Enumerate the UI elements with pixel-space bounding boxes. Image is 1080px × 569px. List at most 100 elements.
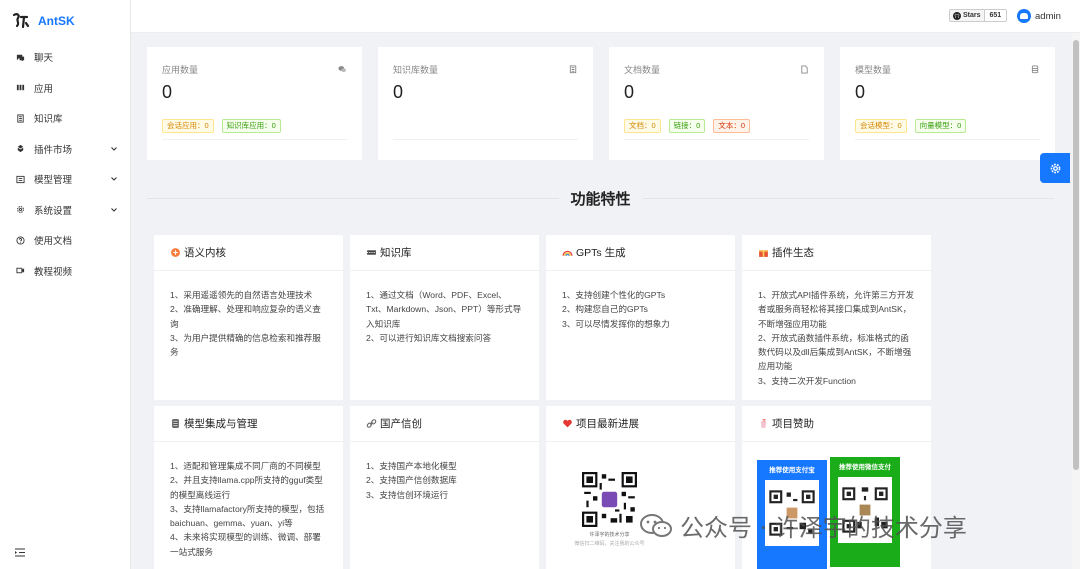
- feature-line: 3、支持llamafactory所支持的模型，包括baichuan、gemma、…: [170, 503, 325, 529]
- feature-body: 1、支持创建个性化的GPTs 2、构建您自己的GPTs 3、可以尽情发挥你的想象力: [546, 271, 735, 331]
- feature-title: 知识库: [380, 247, 412, 259]
- feature-title: 插件生态: [772, 247, 814, 259]
- sidebar-item-4[interactable]: 模型管理: [0, 164, 130, 195]
- feature-card-header: 语义内核: [154, 235, 343, 271]
- feature-card-header: 模型集成与管理: [154, 406, 343, 442]
- feature-line: 1、支持国产本地化模型: [366, 461, 457, 471]
- feature-line: 3、支持信创环境运行: [366, 489, 449, 500]
- feature-body: [546, 442, 735, 459]
- sidebar-item-0[interactable]: 聊天: [0, 42, 130, 73]
- antsk-logo-icon: [12, 13, 30, 29]
- stat-value: 0: [624, 82, 635, 102]
- feature-card-header: 知识库: [350, 235, 539, 271]
- stat-card: 文档数量 0 文档：0 链接：0 文本：0: [609, 47, 824, 160]
- github-icon: [953, 11, 961, 20]
- feature-card-header: 项目最新进展: [546, 406, 735, 442]
- sidebar: AntSK 聊天应用知识库插件市场模型管理 系统设置使用文档教程视频: [0, 0, 131, 569]
- github-count: 651: [984, 10, 1007, 21]
- user-menu[interactable]: admin: [1017, 9, 1061, 23]
- feature-card: 国产信创 1、支持国产本地化模型 2、支持国产信创数据库 3、支持信创环境运行: [350, 406, 539, 569]
- app-icon: [16, 85, 24, 91]
- sidebar-item-5[interactable]: 系统设置: [0, 195, 130, 226]
- menu-fold-icon: [15, 548, 25, 557]
- database-icon: [1031, 65, 1039, 74]
- sidebar-item-label: 知识库: [34, 114, 63, 126]
- plugin-icon: [15, 144, 25, 154]
- video-icon: [15, 266, 25, 276]
- feature-card-header: 国产信创: [350, 406, 539, 442]
- feature-line: 1、采用遥遥领先的自然语言处理技术: [170, 290, 313, 300]
- gift-icon: [759, 250, 768, 257]
- model-icon: [15, 174, 25, 184]
- sidebar-item-label: 插件市场: [34, 144, 73, 156]
- stat-value: 0: [393, 82, 404, 102]
- knowledge-icon: [367, 250, 376, 255]
- feature-line: 1、支持创建个性化的GPTs: [562, 290, 666, 300]
- file-icon: [801, 65, 808, 74]
- sidebar-item-label: 应用: [34, 83, 54, 95]
- stat-tag: 向量模型：0: [914, 119, 967, 133]
- sidebar-item-6[interactable]: 使用文档: [0, 225, 130, 256]
- feature-card-header: 插件生态: [742, 235, 931, 271]
- stat-title: 知识库数量: [393, 65, 439, 75]
- feature-card: 模型集成与管理 1、适配和管理集成不同厂商的不同模型 2、并且支持llama.cpp…: [154, 406, 343, 569]
- github-stars-badge[interactable]: Stars 651: [949, 9, 1008, 22]
- stat-tags: 文档：0 链接：0 文本：0: [624, 119, 751, 133]
- feature-line: 1、通过文档（Word、PDF、Excel、Txt、Markdown、Json、…: [366, 290, 522, 329]
- app-icon: [15, 83, 25, 93]
- qr-caption: 许泽宇的技术分享: [589, 532, 630, 538]
- features-section-title: 功能特性: [147, 187, 1055, 209]
- stat-title: 应用数量: [162, 65, 199, 75]
- feature-line: 3、支持二次开发Function: [758, 375, 856, 386]
- stat-card: 应用数量 0 会话应用：0 知识库应用：0: [147, 47, 362, 160]
- stat-title: 文档数量: [624, 65, 661, 75]
- feature-title: 模型集成与管理: [184, 418, 258, 430]
- qr-subcaption: 微信扫二维码，关注我的公众号: [574, 541, 645, 547]
- scrollbar-thumb[interactable]: [1073, 40, 1079, 470]
- watermark: 公众号 · 许泽宇的技术分享: [640, 508, 967, 543]
- question-icon: [15, 236, 25, 245]
- feature-card-header: 项目赞助: [742, 406, 931, 442]
- watermark-text: 公众号 · 许泽宇的技术分享: [680, 514, 967, 542]
- wechat-pay-label: 推荐使用微信支付: [839, 464, 891, 471]
- logo[interactable]: AntSK: [0, 0, 130, 42]
- alipay-label: 推荐使用支付宝: [769, 467, 815, 474]
- feature-body: 1、支持国产本地化模型 2、支持国产信创数据库 3、支持信创环境运行: [350, 442, 539, 502]
- sidebar-item-7[interactable]: 教程视频: [0, 256, 130, 287]
- sidebar-item-1[interactable]: 应用: [0, 73, 130, 104]
- feature-card: 语义内核 1、采用遥遥领先的自然语言处理技术 2、准确理解、处理和响应复杂的语义查询…: [154, 235, 343, 400]
- feature-line: 1、适配和管理集成不同厂商的不同模型: [170, 461, 321, 471]
- chat-icon: [15, 52, 25, 62]
- question-icon: [15, 235, 25, 245]
- feature-line: 1、开放式API插件系统，允许第三方开发者或服务商轻松将其接口集成到AntSK，…: [758, 290, 915, 329]
- feature-line: 2、构建您自己的GPTs: [562, 304, 648, 315]
- feature-body: 1、开放式API插件系统，允许第三方开发者或服务商轻松将其接口集成到AntSK，…: [742, 271, 931, 388]
- sidebar-menu: 聊天应用知识库插件市场模型管理 系统设置使用文档教程视频: [0, 42, 130, 286]
- feature-card: GPTs 生成 1、支持创建个性化的GPTs 2、构建您自己的GPTs 3、可以尽情发…: [546, 235, 735, 400]
- settings-drawer-button[interactable]: [1040, 153, 1070, 183]
- stat-tag: 文档：0: [624, 119, 661, 133]
- user-name: admin: [1035, 10, 1061, 22]
- sparkle-icon: [171, 248, 180, 257]
- feature-line: 2、准确理解、处理和响应复杂的语义查询: [170, 304, 321, 329]
- sidebar-item-label: 使用文档: [34, 236, 73, 248]
- features-title: 功能特性: [570, 190, 631, 208]
- chevron-down-icon: [111, 146, 117, 151]
- divider: [855, 139, 1040, 140]
- sidebar-item-3[interactable]: 插件市场: [0, 134, 130, 165]
- feature-body: 1、采用遥遥领先的自然语言处理技术 2、准确理解、处理和响应复杂的语义查询 3、为用…: [154, 271, 343, 359]
- app-name: AntSK: [38, 14, 75, 28]
- wechat-watermark-icon: [640, 513, 672, 537]
- github-label: Stars: [963, 12, 981, 19]
- feature-title: 项目赞助: [772, 418, 814, 430]
- gear-icon: [1050, 163, 1060, 173]
- stat-tag: 知识库应用：0: [221, 119, 281, 133]
- stat-tag: 链接：0: [668, 119, 706, 133]
- chevron-down-icon: [111, 207, 117, 212]
- server-icon: [172, 419, 179, 428]
- gear-icon: [16, 206, 24, 214]
- stat-tag: 文本：0: [713, 119, 751, 133]
- feature-line: 2、支持国产信创数据库: [366, 475, 457, 486]
- sidebar-item-2[interactable]: 知识库: [0, 103, 130, 134]
- collapse-sidebar-button[interactable]: [15, 548, 25, 559]
